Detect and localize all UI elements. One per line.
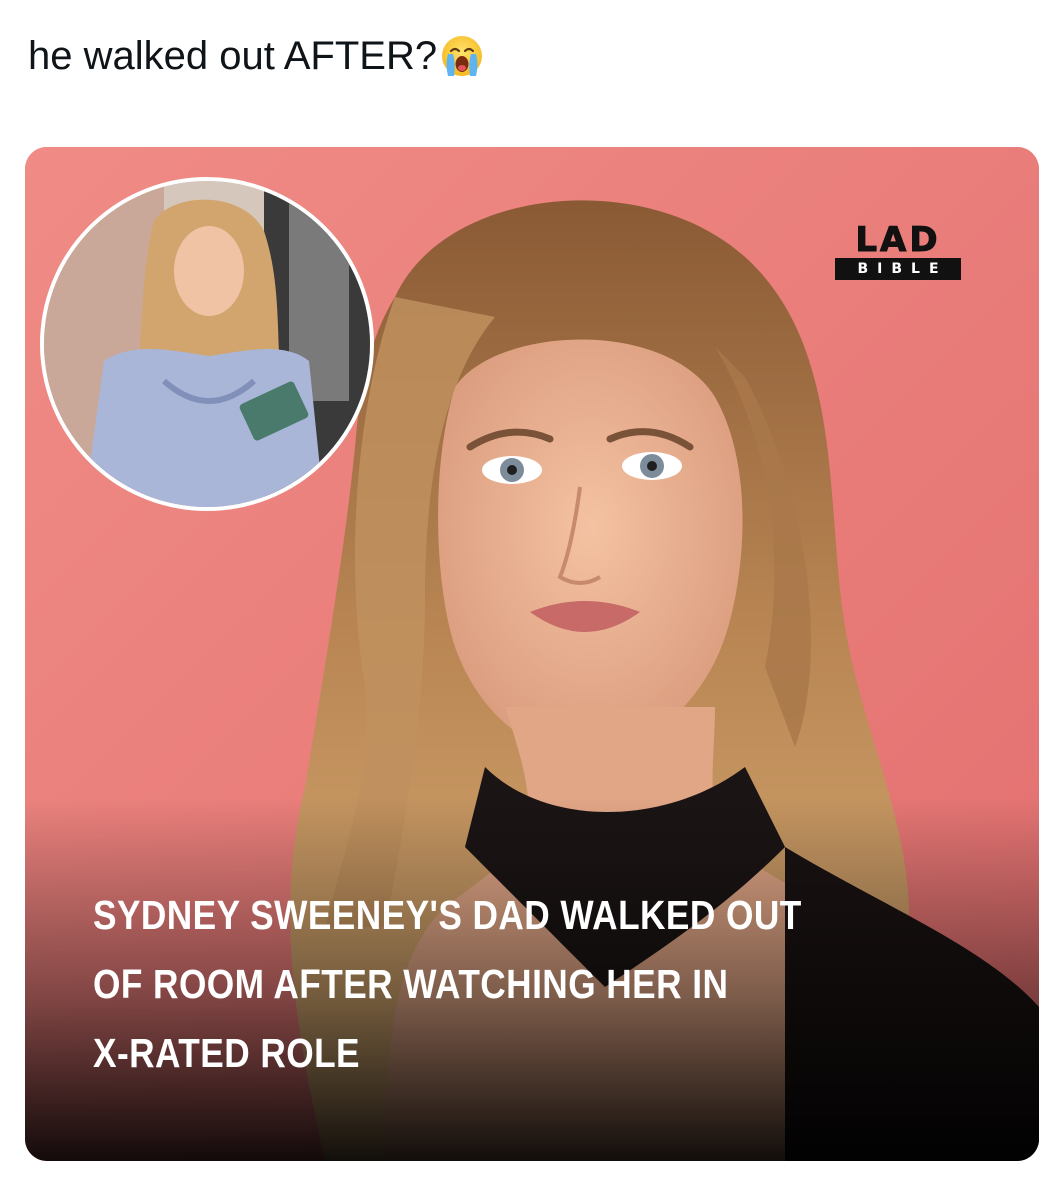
loudly-crying-face-icon (439, 33, 485, 94)
headline-line-2: OF ROOM AFTER WATCHING HER IN (93, 961, 729, 1007)
inset-photo-circle (40, 177, 374, 511)
logo-bible-text: BIBLE (835, 258, 961, 280)
tweet-post: he walked out AFTER? LAD BIBLE SYDNEY SW… (0, 0, 1063, 1200)
news-image-card[interactable]: LAD BIBLE SYDNEY SWEENEY'S DAD WALKED OU… (25, 147, 1039, 1161)
tweet-text-content: he walked out AFTER? (28, 34, 438, 78)
headline-line-1: SYDNEY SWEENEY'S DAD WALKED OUT (93, 892, 802, 938)
headline-line-3: X-RATED ROLE (93, 1030, 361, 1076)
ladbible-logo: LAD BIBLE (833, 223, 963, 281)
headline: SYDNEY SWEENEY'S DAD WALKED OUT OF ROOM … (93, 881, 867, 1088)
logo-lad-text: LAD (855, 220, 941, 260)
tweet-text: he walked out AFTER? (28, 28, 485, 94)
